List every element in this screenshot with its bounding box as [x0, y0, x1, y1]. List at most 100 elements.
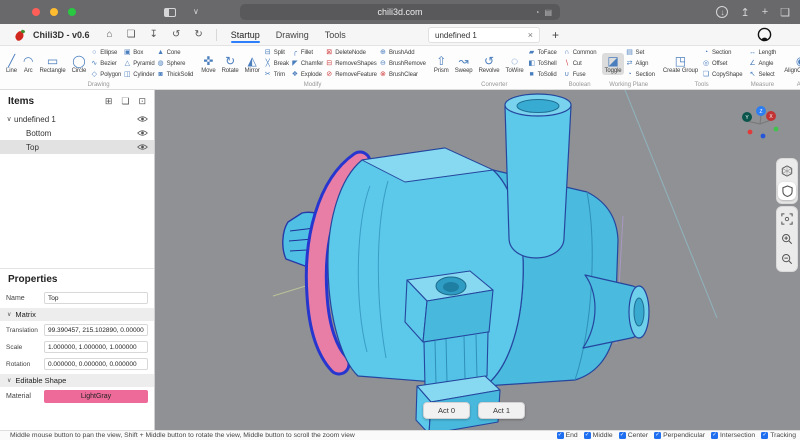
matrix-section-header[interactable]: ∨ Matrix — [0, 308, 154, 321]
name-field[interactable]: Top — [44, 292, 148, 304]
tool-explode[interactable]: ❖Explode — [291, 70, 323, 80]
close-window-icon[interactable] — [32, 8, 40, 16]
tool-length[interactable]: ↔Length — [749, 48, 777, 58]
pump-model[interactable] — [283, 94, 649, 430]
tool-create-group[interactable]: ◳Create Group — [661, 53, 700, 75]
visibility-eye-icon[interactable] — [137, 143, 148, 151]
tool-break[interactable]: ╳Break — [264, 59, 289, 69]
tree-item-undefined-1[interactable]: ∨undefined 1 — [0, 112, 154, 126]
zoom-window-icon[interactable] — [68, 8, 76, 16]
tool-angle[interactable]: ∠Angle — [749, 59, 777, 69]
tool-brushremove[interactable]: ⊖BrushRemove — [379, 59, 426, 69]
expand-all-icon[interactable]: ⊡ — [138, 96, 146, 107]
tool-revolve[interactable]: ↺Revolve — [477, 53, 502, 75]
tool-section[interactable]: ◔Section — [626, 70, 655, 80]
tool-offset[interactable]: ◎Offset — [702, 59, 742, 69]
viewport-3d[interactable]: ZXY Act 0 Act 1 — [155, 90, 800, 430]
visibility-eye-icon[interactable] — [137, 129, 148, 137]
snap-perpendicular[interactable]: ✓Perpendicular — [654, 432, 705, 439]
material-button[interactable]: LightGray — [44, 390, 148, 403]
view-mode-icon[interactable] — [778, 162, 796, 180]
tool-aligncamera[interactable]: ◉AlignCamera — [782, 53, 800, 75]
tool-box[interactable]: ▣Box — [123, 48, 154, 58]
tool-polygon[interactable]: ◇Polygon — [90, 70, 121, 80]
download-icon[interactable]: ↧ — [150, 30, 158, 40]
tab-drawing[interactable]: Drawing — [268, 26, 317, 43]
tool-chamfer[interactable]: ◤Chamfer — [291, 59, 323, 69]
tree-item-bottom[interactable]: Bottom — [0, 126, 154, 140]
tool-arc[interactable]: ◠Arc — [21, 53, 35, 75]
tab-startup[interactable]: Startup — [223, 26, 268, 43]
privacy-badge-icon[interactable]: ◔ — [535, 8, 540, 17]
zoom-out-icon[interactable] — [778, 250, 796, 268]
checkbox-checked-icon[interactable]: ✓ — [761, 432, 768, 439]
tool-select[interactable]: ↖Select — [749, 70, 777, 80]
tool-common[interactable]: ∩Common — [563, 48, 597, 58]
tool-tosolid[interactable]: ■ToSolid — [528, 70, 557, 80]
redo-icon[interactable]: ↻ — [194, 30, 202, 40]
tool-sweep[interactable]: ↝Sweep — [453, 53, 475, 75]
tool-brushclear[interactable]: ⊗BrushClear — [379, 70, 426, 80]
tool-sphere[interactable]: ◍Sphere — [157, 59, 194, 69]
axis-gizmo[interactable]: ZXY — [738, 102, 784, 149]
tool-bezier[interactable]: ∿Bezier — [90, 59, 121, 69]
scale-field[interactable]: 1.000000, 1.000000, 1.000000 — [44, 341, 148, 353]
tool-align[interactable]: ⇄Align — [626, 59, 655, 69]
new-document-button[interactable]: + — [552, 28, 559, 42]
tool-line[interactable]: ╱Line — [4, 53, 19, 75]
tool-cut[interactable]: ∖Cut — [563, 59, 597, 69]
documents-icon[interactable]: ❏ — [127, 30, 136, 40]
tool-toshell[interactable]: ◧ToShell — [528, 59, 557, 69]
button-act-0[interactable]: Act 0 — [423, 402, 470, 419]
tool-cylinder[interactable]: ◫Cylinder — [123, 70, 154, 80]
tool-toggle[interactable]: ◪Toggle — [602, 53, 623, 75]
shape-section-header[interactable]: ∨ Editable Shape — [0, 374, 154, 387]
checkbox-checked-icon[interactable]: ✓ — [711, 432, 718, 439]
checkbox-checked-icon[interactable]: ✓ — [619, 432, 626, 439]
rotation-field[interactable]: 0.000000, 0.000000, 0.000000 — [44, 358, 148, 370]
shield-select-icon[interactable] — [778, 182, 796, 200]
snap-center[interactable]: ✓Center — [619, 432, 648, 439]
snap-intersection[interactable]: ✓Intersection — [711, 432, 755, 439]
snap-tracking[interactable]: ✓Tracking — [761, 432, 796, 439]
tool-towire[interactable]: ◌ToWire — [504, 53, 526, 75]
tool-removeshapes[interactable]: ⊟RemoveShapes — [325, 59, 377, 69]
window-controls[interactable] — [32, 8, 86, 16]
tool-brushadd[interactable]: ⊕BrushAdd — [379, 48, 426, 58]
tool-fuse[interactable]: ∪Fuse — [563, 70, 597, 80]
tool-set[interactable]: ▤Set — [626, 48, 655, 58]
tool-thicksolid[interactable]: ◙ThickSolid — [157, 70, 194, 80]
address-bar[interactable]: chili3d.com ◔▤ — [240, 4, 560, 20]
tool-split[interactable]: ⊟Split — [264, 48, 289, 58]
tree-item-top[interactable]: Top — [0, 140, 154, 154]
tab-overview-icon[interactable]: ❏ — [780, 6, 790, 19]
tool-rectangle[interactable]: ▭Rectangle — [37, 53, 67, 75]
close-icon[interactable]: × — [528, 30, 533, 40]
downloads-icon[interactable]: ↓ — [716, 6, 728, 18]
tool-mirror[interactable]: ◭Mirror — [243, 53, 262, 75]
model-3d[interactable] — [155, 90, 800, 430]
tool-prism[interactable]: ⇧Prism — [432, 53, 451, 75]
button-act-1[interactable]: Act 1 — [478, 402, 525, 419]
checkbox-checked-icon[interactable]: ✓ — [584, 432, 591, 439]
snap-middle[interactable]: ✓Middle — [584, 432, 613, 439]
document-tab[interactable]: undefined 1 × — [428, 27, 540, 43]
tool-trim[interactable]: ✂Trim — [264, 70, 289, 80]
tool-fillet[interactable]: ╭Fillet — [291, 48, 323, 58]
snap-end[interactable]: ✓End — [557, 432, 578, 439]
tool-circle[interactable]: ◯Circle — [70, 53, 89, 75]
tool-rotate[interactable]: ↻Rotate — [220, 53, 241, 75]
checkbox-checked-icon[interactable]: ✓ — [654, 432, 661, 439]
new-folder-icon[interactable]: ⊞ — [105, 96, 113, 107]
translation-field[interactable]: 99.390457, 215.102890, 0.00000 — [44, 324, 148, 336]
tool-copyshape[interactable]: ❏CopyShape — [702, 70, 742, 80]
tool-pyramid[interactable]: △Pyramid — [123, 59, 154, 69]
sidebar-icon[interactable] — [164, 8, 176, 17]
minimize-window-icon[interactable] — [50, 8, 58, 16]
chevron-down-icon[interactable]: ∨ — [4, 115, 14, 123]
tool-removefeature[interactable]: ⊘RemoveFeature — [325, 70, 377, 80]
tool-deletenode[interactable]: ⊠DeleteNode — [325, 48, 377, 58]
new-group-icon[interactable]: ❏ — [121, 96, 129, 107]
undo-icon[interactable]: ↺ — [172, 30, 180, 40]
tool-toface[interactable]: ▰ToFace — [528, 48, 557, 58]
